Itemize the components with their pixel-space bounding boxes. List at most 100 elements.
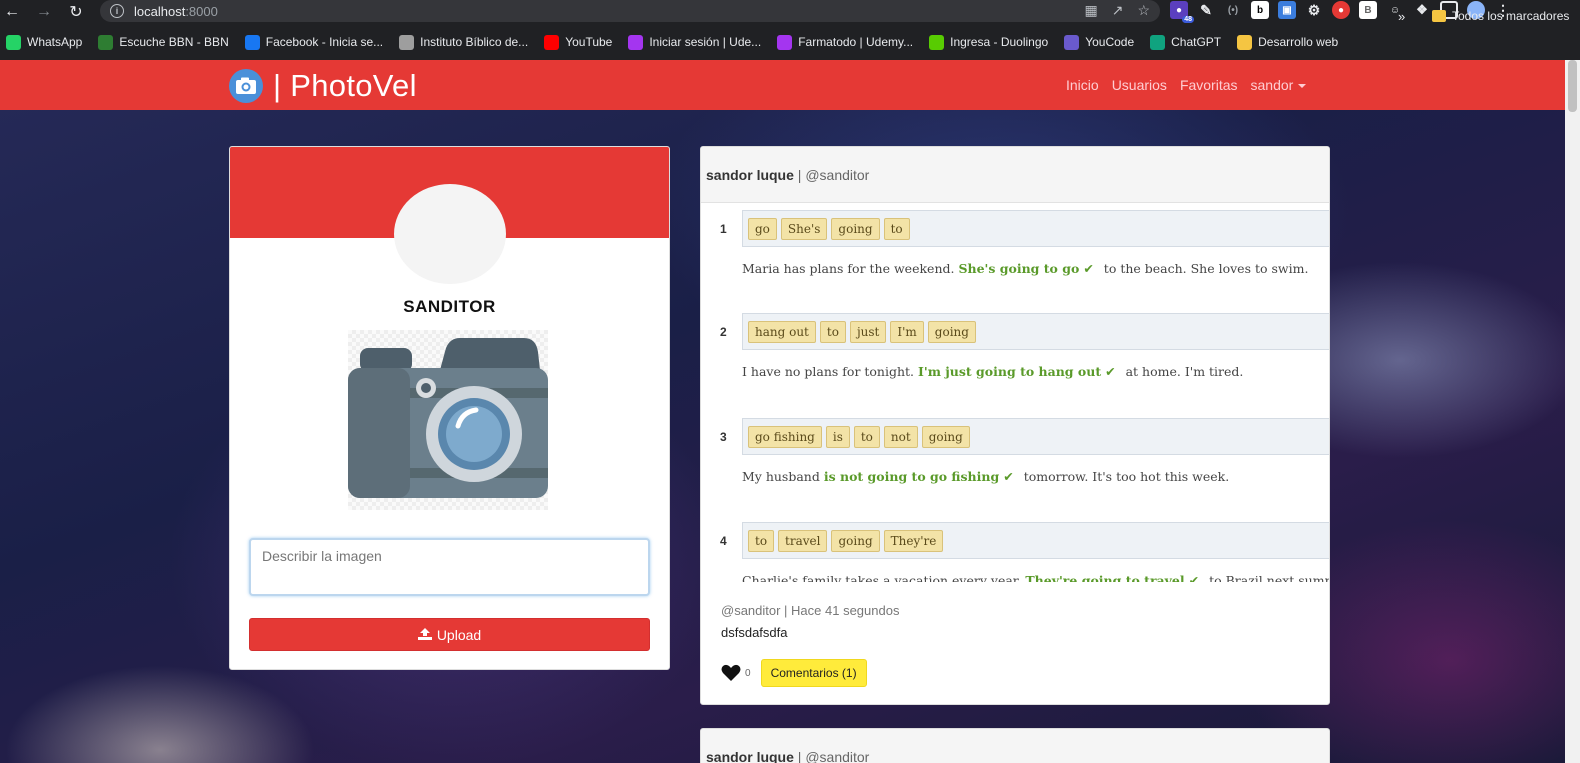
extension-icon[interactable]: ● 48 xyxy=(1170,1,1194,23)
exercise-sentence: Charlie's family takes a vacation every … xyxy=(742,573,1329,582)
like-count: 0 xyxy=(745,667,751,679)
extension-icon[interactable]: ● xyxy=(1332,1,1350,19)
bookmark-favicon-icon xyxy=(244,34,260,50)
word-bank: hang out to just I'm going xyxy=(742,313,1329,350)
bookmark-favicon-icon xyxy=(98,34,114,50)
site-info-icon[interactable]: i xyxy=(110,4,124,18)
word-chip: going xyxy=(921,425,970,448)
word-bank: go fishing is to not going xyxy=(742,418,1329,455)
nav-inicio[interactable]: Inicio xyxy=(1066,77,1099,93)
top-navbar: | PhotoVel Inicio Usuarios Favoritas san… xyxy=(0,60,1565,110)
avatar xyxy=(394,184,506,284)
exercise-sentence: My husband is not going to go fishing ✔ to… xyxy=(742,469,1229,484)
scrollbar-thumb[interactable] xyxy=(1568,60,1577,112)
word-chip: going xyxy=(831,217,880,240)
sentence-answer: They're going to travel xyxy=(1025,573,1185,582)
extension-icon[interactable]: (•) xyxy=(1224,1,1242,19)
main-nav: Inicio Usuarios Favoritas sandor xyxy=(1066,77,1307,93)
word-chip: travel xyxy=(778,529,828,552)
post-actions: 0 Comentarios (1) xyxy=(721,659,867,687)
address-bar[interactable]: i localhost:8000 ▦ ↗ ☆ xyxy=(100,0,1160,22)
brand[interactable]: | PhotoVel xyxy=(229,68,417,104)
checkmark-icon: ✔ xyxy=(1105,364,1116,379)
page-scrollbar[interactable] xyxy=(1565,60,1580,763)
all-bookmarks-button[interactable]: Todos los marcadores xyxy=(1432,9,1569,23)
bookmark-label: ChatGPT xyxy=(1171,35,1222,49)
gear-icon[interactable]: ⚙ xyxy=(1305,1,1323,19)
sentence-after: to Brazil next summer. xyxy=(1209,573,1329,582)
bookmark-item[interactable]: Facebook - Inicia se... xyxy=(244,34,383,50)
bookmark-favicon-icon xyxy=(1064,34,1080,50)
sentence-before: Maria has plans for the weekend. xyxy=(742,261,955,276)
post-header: sandor luque | @sanditor xyxy=(701,147,1329,203)
bookmarks-overflow-button[interactable]: » xyxy=(1398,9,1405,24)
bookmark-favicon-icon xyxy=(544,34,560,50)
exercise-number: 2 xyxy=(720,325,727,339)
comments-button[interactable]: Comentarios (1) xyxy=(760,659,867,687)
upload-button[interactable]: Upload xyxy=(249,618,650,651)
eyedropper-icon[interactable]: ✎ xyxy=(1197,1,1215,19)
nav-favoritas[interactable]: Favoritas xyxy=(1180,77,1238,93)
sentence-after: tomorrow. It's too hot this week. xyxy=(1023,469,1230,484)
forward-icon[interactable]: → xyxy=(32,0,56,24)
bookmark-item[interactable]: YouTube xyxy=(544,34,613,50)
bookmark-favicon-icon xyxy=(929,34,945,50)
post-card: sandor luque | @sanditor 1 go She's going to… xyxy=(700,146,1330,705)
bookmark-label: Ingresa - Duolingo xyxy=(950,35,1049,49)
bookmark-star-icon[interactable]: ☆ xyxy=(1137,2,1150,19)
bookmarks-bar: WhatsApp Escuche BBN - BBN Facebook - Inic… xyxy=(0,24,1580,60)
upload-label: Upload xyxy=(436,626,482,643)
post-author-name[interactable]: sandor luque xyxy=(706,167,794,183)
brand-name: | PhotoVel xyxy=(273,68,417,103)
extension-icon[interactable]: b xyxy=(1251,1,1269,19)
word-chip: going xyxy=(927,320,976,343)
post-image[interactable]: 1 go She's going to Maria has plans for the w… xyxy=(701,204,1329,582)
photo-preview[interactable] xyxy=(348,330,548,510)
extension-icon[interactable]: B xyxy=(1359,1,1377,19)
word-chip: I'm xyxy=(890,320,924,343)
bookmark-item[interactable]: Instituto Bíblico de... xyxy=(399,34,529,50)
bookmark-item[interactable]: ChatGPT xyxy=(1150,34,1222,50)
post-author-handle[interactable]: | @sanditor xyxy=(798,749,870,763)
translate-icon[interactable]: ▦ xyxy=(1084,2,1097,19)
word-chip: not xyxy=(883,425,918,448)
sentence-answer: I'm just going to hang out xyxy=(918,364,1102,379)
url-host: localhost xyxy=(134,3,186,19)
post-author-handle[interactable]: | @sanditor xyxy=(798,167,870,183)
heart-icon[interactable] xyxy=(721,663,741,683)
word-chip: going xyxy=(831,529,880,552)
extension-icon[interactable]: ▣ xyxy=(1278,1,1296,19)
bookmark-label: Instituto Bíblico de... xyxy=(420,35,529,49)
word-chip: go fishing xyxy=(748,425,822,448)
share-icon[interactable]: ↗ xyxy=(1112,2,1124,19)
reload-icon[interactable]: ↻ xyxy=(64,0,88,24)
sentence-after: to the beach. She loves to swim. xyxy=(1103,261,1309,276)
exercise-number: 3 xyxy=(720,430,727,444)
bookmark-label: Iniciar sesión | Ude... xyxy=(649,35,762,49)
bookmark-item[interactable]: Desarrollo web xyxy=(1237,34,1338,50)
all-bookmarks-label: Todos los marcadores xyxy=(1452,9,1570,23)
bookmark-item[interactable]: Farmatodo | Udemy... xyxy=(777,34,913,50)
bookmark-item[interactable]: Ingresa - Duolingo xyxy=(929,34,1049,50)
bookmark-item[interactable]: Iniciar sesión | Ude... xyxy=(628,34,762,50)
back-icon[interactable]: ← xyxy=(0,0,24,24)
folder-icon xyxy=(1432,10,1446,22)
bookmark-item[interactable]: WhatsApp xyxy=(6,34,82,50)
sentence-before: I have no plans for tonight. xyxy=(742,364,915,379)
user-menu-label: sandor xyxy=(1250,77,1294,93)
bookmark-item[interactable]: YouCode xyxy=(1064,34,1134,50)
puzzle-icon[interactable]: ❖ xyxy=(1413,1,1431,19)
nav-usuarios[interactable]: Usuarios xyxy=(1112,77,1167,93)
bookmark-item[interactable]: Escuche BBN - BBN xyxy=(98,34,229,50)
bookmark-label: YouTube xyxy=(565,35,613,49)
bookmark-favicon-icon xyxy=(1150,34,1166,50)
bookmark-favicon-icon xyxy=(777,34,793,50)
image-description-input[interactable] xyxy=(249,538,650,596)
user-menu[interactable]: sandor xyxy=(1251,77,1307,93)
camera-logo-icon xyxy=(229,69,263,103)
exercise-number: 1 xyxy=(720,222,727,236)
bookmark-label: Escuche BBN - BBN xyxy=(119,35,229,49)
sentence-before: My husband xyxy=(742,469,820,484)
post-author-name[interactable]: sandor luque xyxy=(706,749,794,763)
bookmark-favicon-icon xyxy=(6,34,21,50)
